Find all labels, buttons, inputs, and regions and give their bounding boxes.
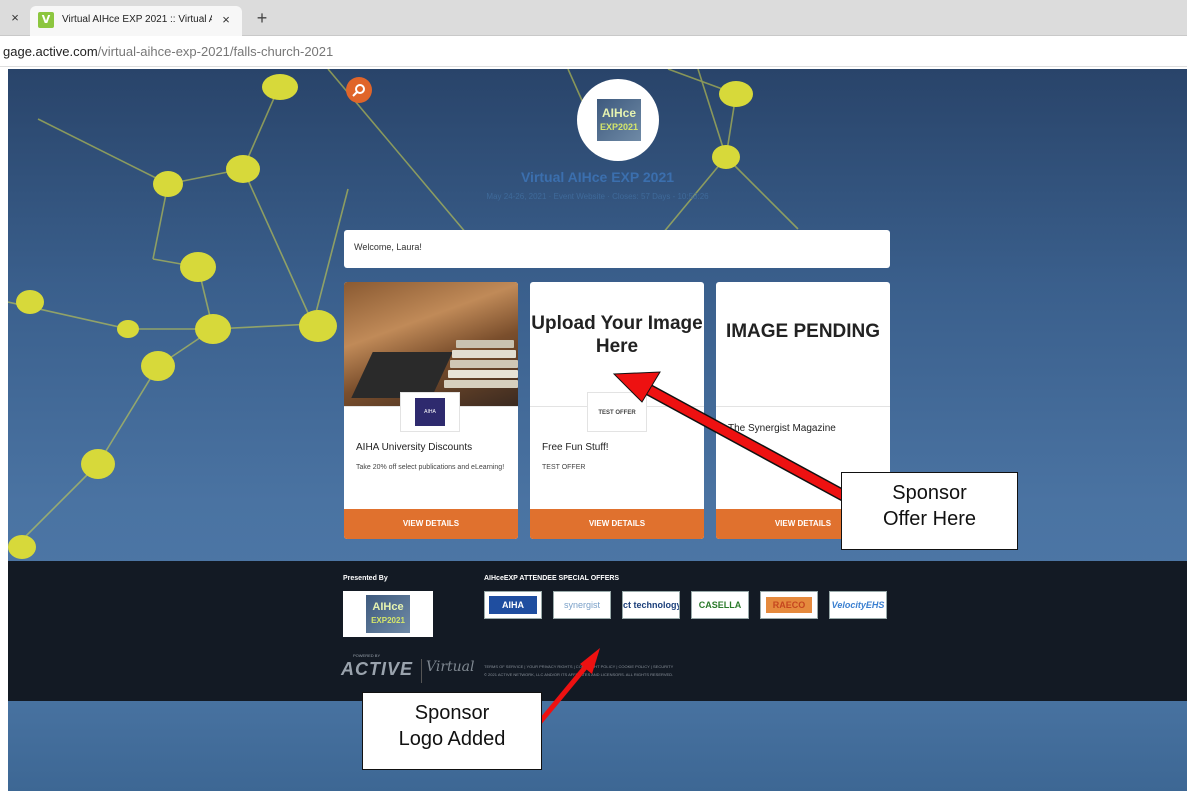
event-logo-sub: EXP2021 (599, 122, 639, 132)
close-tab-icon[interactable]: × (218, 12, 234, 28)
event-logo-mark: AIHce EXP2021 (597, 99, 641, 141)
url-host: gage.active.com (3, 44, 98, 59)
legal-links[interactable]: TERMS OF SERVICE | YOUR PRIVACY RIGHTS |… (484, 664, 673, 669)
url-path: /virtual-aihce-exp-2021/falls-church-202… (97, 44, 334, 59)
card-divider (716, 406, 890, 407)
sponsor-logo-velocityehs[interactable]: VelocityEHS (829, 591, 887, 619)
virtual-logo: Virtual (426, 659, 475, 675)
presenter-logo-mark: AIHce EXP2021 (366, 595, 410, 633)
tab-title: Virtual AIHce EXP 2021 :: Virtual A (62, 14, 212, 25)
offer-card-title: Free Fun Stuff! (542, 442, 609, 453)
callout-text: Sponsor (892, 482, 967, 504)
favicon-icon: V (38, 12, 54, 28)
address-bar[interactable]: gage.active.com/virtual-aihce-exp-2021/f… (0, 37, 1187, 67)
image-pending-placeholder: IMAGE PENDING (725, 321, 881, 342)
aiha-logo-mark: AIHA (415, 398, 445, 426)
callout-text: Offer Here (883, 508, 976, 530)
view-details-button[interactable]: VIEW DETAILS (530, 509, 704, 539)
page-footer: Presented By AIHceEXP ATTENDEE SPECIAL O… (8, 561, 1187, 701)
search-icon (352, 84, 365, 97)
sponsor-logo-callout: Sponsor Logo Added (362, 692, 542, 770)
book-illustration (456, 340, 514, 348)
book-illustration (452, 350, 516, 358)
presented-by-label: Presented By (343, 575, 388, 582)
footer-divider (421, 659, 422, 683)
book-illustration (444, 380, 518, 388)
sponsor-logo-text: ct technology (623, 600, 679, 610)
book-illustration (450, 360, 518, 368)
callout-text: Sponsor (414, 702, 490, 724)
sponsor-logo-aiha[interactable]: AIHA (484, 591, 542, 619)
presenter-logo-sub: EXP2021 (371, 616, 405, 625)
offer-card-photo (344, 282, 518, 406)
test-offer-logo: TEST OFFER (587, 392, 647, 432)
sponsor-logo-text: VelocityEHS (831, 600, 885, 610)
sponsor-logo-raeco[interactable]: RAECO (760, 591, 818, 619)
sponsor-logo-text: synergist (563, 600, 600, 610)
offer-card-title: AIHA University Discounts (356, 442, 473, 453)
sponsor-logo-text: CASELLA (698, 600, 742, 610)
sponsor-logo-casella[interactable]: CASELLA (691, 591, 749, 619)
new-tab-icon[interactable]: + (252, 8, 272, 28)
offer-card-description: TEST OFFER (542, 464, 586, 471)
close-icon[interactable]: × (6, 9, 24, 27)
sponsor-offer-callout: Sponsor Offer Here (841, 472, 1018, 550)
sponsor-logo-ct-technology[interactable]: ct technology (622, 591, 680, 619)
welcome-text: Welcome, Laura! (354, 242, 422, 252)
callout-text: Logo Added (398, 728, 506, 750)
presenter-logo-text: AIHce (372, 601, 404, 613)
offer-card-free-fun-stuff[interactable]: Upload Your Image Here TEST OFFER Free F… (530, 282, 704, 539)
event-title: Virtual AIHce EXP 2021 (520, 169, 675, 185)
book-illustration (448, 370, 518, 378)
sponsor-logo-synergist[interactable]: synergist (553, 591, 611, 619)
presenter-logo[interactable]: AIHce EXP2021 (343, 591, 433, 637)
view-details-button[interactable]: VIEW DETAILS (344, 509, 518, 539)
powered-by-label: POWERED BY (353, 653, 381, 658)
sponsor-logo-text: RAECO (766, 597, 812, 613)
aiha-logo: AIHA (400, 392, 460, 432)
copyright-text: © 2021 ACTIVE NETWORK, LLC AND/OR ITS AF… (484, 672, 674, 677)
sponsor-logo-text: AIHA (489, 596, 537, 614)
browser-tab[interactable]: V Virtual AIHce EXP 2021 :: Virtual A × (30, 6, 242, 36)
url-text[interactable]: gage.active.com/virtual-aihce-exp-2021/f… (3, 44, 333, 59)
event-logo-text: AIHce (601, 106, 636, 120)
offer-card-aiha-university[interactable]: AIHA AIHA University Discounts Take 20% … (344, 282, 518, 539)
active-logo[interactable]: ACTIVE (341, 659, 413, 680)
event-meta: May 24-26, 2021 · Event Website · Closes… (486, 192, 709, 201)
browser-tab-bar: × V Virtual AIHce EXP 2021 :: Virtual A … (0, 0, 1187, 36)
offer-card-description: Take 20% off select publications and eLe… (356, 464, 505, 471)
search-button[interactable] (346, 77, 372, 103)
welcome-bar: Welcome, Laura! (344, 230, 890, 268)
test-offer-logo-text: TEST OFFER (598, 410, 636, 416)
event-page: AIHce EXP2021 Virtual AIHce EXP 2021 May… (8, 69, 1187, 791)
offer-card-title: The Synergist Magazine (728, 423, 836, 434)
special-offers-label: AIHceEXP ATTENDEE SPECIAL OFFERS (484, 575, 620, 582)
upload-image-placeholder: Upload Your Image Here (531, 313, 703, 357)
event-logo: AIHce EXP2021 (577, 79, 659, 161)
